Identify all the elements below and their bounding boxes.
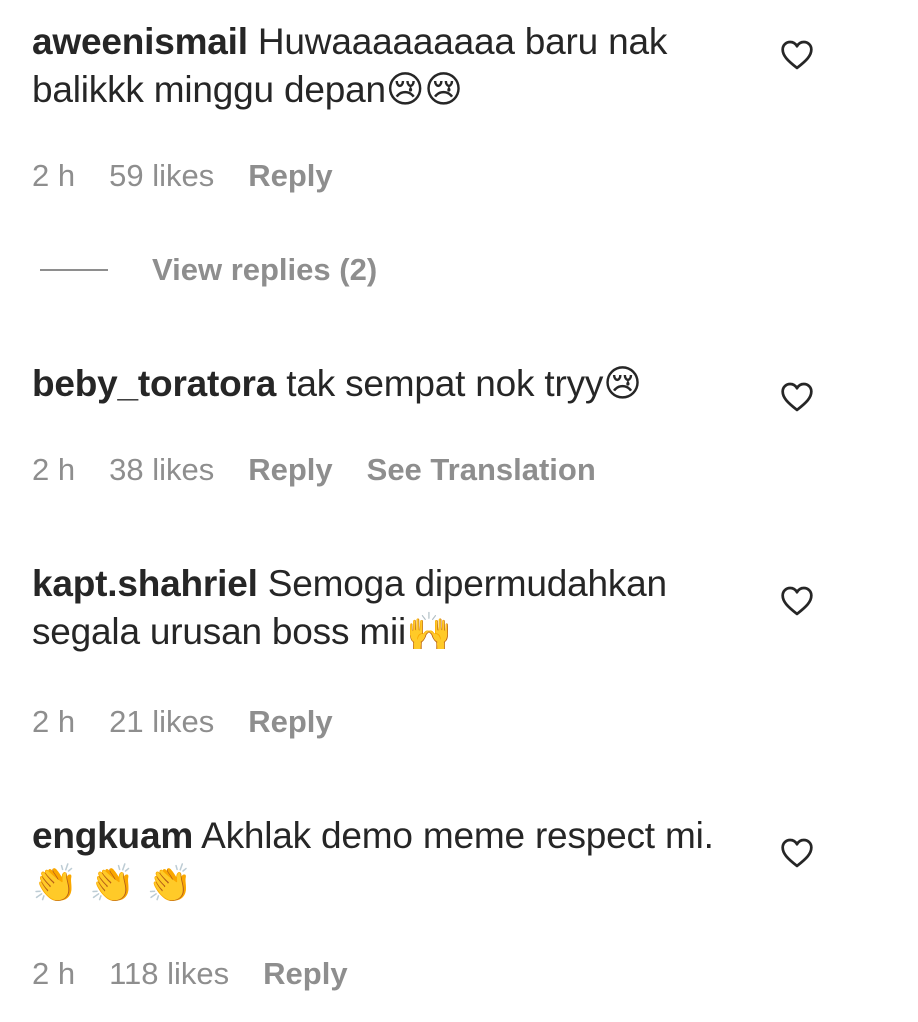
like-heart-icon[interactable] [780, 838, 816, 870]
comment-text: kapt.shahriel Semoga dipermudahkan segal… [32, 560, 732, 656]
like-heart-icon[interactable] [780, 586, 816, 618]
comment-emoji: 😢 [603, 362, 642, 405]
comment-emoji: 😢😢 [385, 68, 463, 111]
comment-text: engkuam Akhlak demo meme respect mi. 👏 👏… [32, 812, 732, 908]
like-heart-icon[interactable] [780, 40, 816, 72]
comment-body: Akhlak demo meme respect mi. [201, 815, 714, 856]
comment-username[interactable]: beby_toratora [32, 363, 276, 404]
comment-text: aweenismail Huwaaaaaaaaa baru nak balikk… [32, 18, 732, 114]
reply-button[interactable]: Reply [263, 956, 347, 992]
comment-meta: 2 h 118 likes Reply [32, 956, 382, 992]
comment-meta: 2 h 38 likes Reply See Translation [32, 452, 596, 488]
comment-timestamp: 2 h [32, 452, 76, 487]
view-replies-button[interactable]: View replies (2) [40, 252, 377, 288]
comment-timestamp: 2 h [32, 158, 76, 193]
view-replies-label: View replies (2) [152, 252, 378, 287]
comment-body: tak sempat nok tryy [286, 363, 604, 404]
comment-likes[interactable]: 21 likes [109, 704, 214, 740]
comment-item: aweenismail Huwaaaaaaaaa baru nak balikk… [32, 18, 872, 208]
comment-username[interactable]: aweenismail [32, 21, 248, 62]
comment-likes[interactable]: 38 likes [109, 452, 214, 488]
comment-timestamp: 2 h [32, 956, 76, 991]
comment-item: kapt.shahriel Semoga dipermudahkan segal… [32, 560, 872, 750]
view-replies-divider [40, 269, 108, 271]
comment-likes[interactable]: 118 likes [109, 956, 229, 992]
reply-button[interactable]: Reply [248, 158, 332, 194]
reply-button[interactable]: Reply [248, 452, 332, 488]
comment-username[interactable]: kapt.shahriel [32, 563, 258, 604]
comment-username[interactable]: engkuam [32, 815, 193, 856]
comment-timestamp: 2 h [32, 704, 76, 739]
comment-emoji: 🙌 [406, 610, 452, 653]
see-translation-button[interactable]: See Translation [367, 452, 596, 488]
comment-meta: 2 h 59 likes Reply [32, 158, 367, 194]
like-heart-icon[interactable] [780, 382, 816, 414]
comment-emoji: 👏 👏 👏 [32, 862, 193, 905]
comment-meta: 2 h 21 likes Reply [32, 704, 367, 740]
comment-item: beby_toratora tak sempat nok tryy😢 2 h 3… [32, 360, 872, 500]
comment-text: beby_toratora tak sempat nok tryy😢 [32, 360, 732, 408]
comment-likes[interactable]: 59 likes [109, 158, 214, 194]
comment-item: engkuam Akhlak demo meme respect mi. 👏 👏… [32, 812, 872, 1002]
reply-button[interactable]: Reply [248, 704, 332, 740]
